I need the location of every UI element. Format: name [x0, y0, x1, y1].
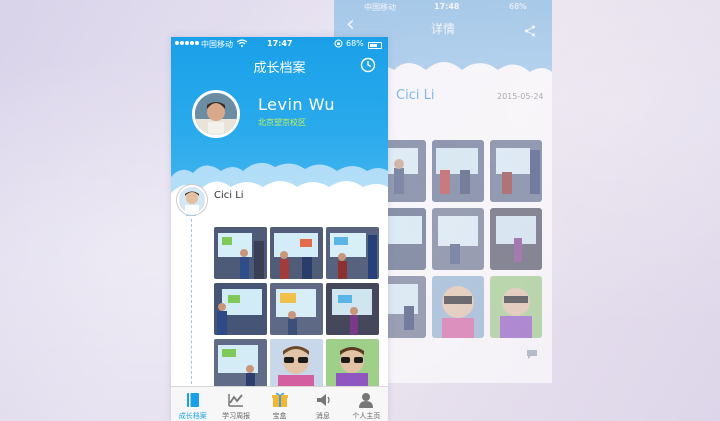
share-icon[interactable]	[524, 22, 536, 41]
battery-percent: 68%	[346, 39, 364, 48]
tab-label: 个人主页	[352, 412, 381, 420]
post-photo[interactable]	[214, 227, 267, 279]
timeline-feed: Cici Li	[171, 177, 388, 391]
timeline-connector	[186, 215, 196, 217]
profile-name: Levin Wu	[258, 95, 336, 114]
speaker-icon	[316, 394, 330, 406]
tab-messages[interactable]: 消息	[301, 387, 344, 421]
battery-icon	[368, 42, 382, 49]
detail-carrier: 中国移动	[364, 3, 396, 12]
detail-date: 2015-05-24	[497, 92, 544, 101]
detail-photo[interactable]	[490, 208, 542, 270]
chart-icon	[228, 394, 244, 407]
wifi-icon	[236, 39, 248, 49]
post-photo[interactable]	[270, 283, 323, 335]
post-author-avatar[interactable]	[177, 185, 207, 215]
detail-time: 17:48	[434, 2, 460, 11]
tab-treasure-box[interactable]: 宝盒	[258, 387, 301, 421]
detail-photo[interactable]	[432, 140, 484, 202]
page-title: 成长档案	[253, 61, 306, 76]
tab-label: 成长档案	[178, 412, 207, 420]
detail-photo[interactable]	[432, 276, 484, 338]
clock-time: 17:47	[267, 39, 293, 48]
signal-icon	[175, 41, 199, 45]
clock-icon[interactable]	[360, 57, 376, 73]
detail-photo[interactable]	[432, 208, 484, 270]
detail-battery: 68%	[509, 2, 527, 11]
detail-photo[interactable]	[490, 276, 542, 338]
tab-weekly-report[interactable]: 学习周报	[214, 387, 257, 421]
post-photo[interactable]	[214, 339, 267, 391]
post-photo[interactable]	[270, 227, 323, 279]
post-photo[interactable]	[326, 227, 379, 279]
avatar[interactable]	[192, 90, 240, 138]
tab-label: 宝盒	[272, 412, 287, 420]
tab-label: 学习周报	[222, 412, 251, 420]
detail-title: 详情	[430, 22, 455, 36]
tab-label: 消息	[315, 412, 330, 420]
post-photo[interactable]	[326, 283, 379, 335]
photo-grid	[214, 227, 384, 391]
growth-archive-screen: 中国移动 17:47 68% 成长档案 Levin Wu 北京望京校区 Cici…	[171, 37, 388, 421]
tab-profile[interactable]: 个人主页	[345, 387, 388, 421]
post-photo[interactable]	[326, 339, 379, 391]
post-author-name: Cici Li	[214, 190, 244, 201]
post-photo[interactable]	[270, 339, 323, 391]
post-photo[interactable]	[214, 283, 267, 335]
status-bar: 中国移动 17:47 68%	[171, 37, 388, 51]
book-icon	[186, 393, 199, 407]
detail-photo-grid	[374, 140, 542, 338]
person-icon	[359, 393, 374, 408]
comment-icon[interactable]	[526, 345, 538, 364]
detail-photo[interactable]	[490, 140, 542, 202]
detail-status-bar: 中国移动 17:48 68%	[334, 2, 552, 14]
timeline-line	[191, 219, 192, 389]
carrier-label: 中国移动	[201, 40, 233, 49]
tab-bar: 成长档案 学习周报 宝盒 消息 个人主页	[171, 386, 388, 421]
tab-growth-archive[interactable]: 成长档案	[171, 387, 214, 421]
gift-box-icon	[271, 392, 288, 407]
campus-label: 北京望京校区	[258, 118, 306, 127]
detail-author-name: Cici Li	[396, 88, 435, 103]
rotation-lock-icon	[334, 39, 343, 50]
